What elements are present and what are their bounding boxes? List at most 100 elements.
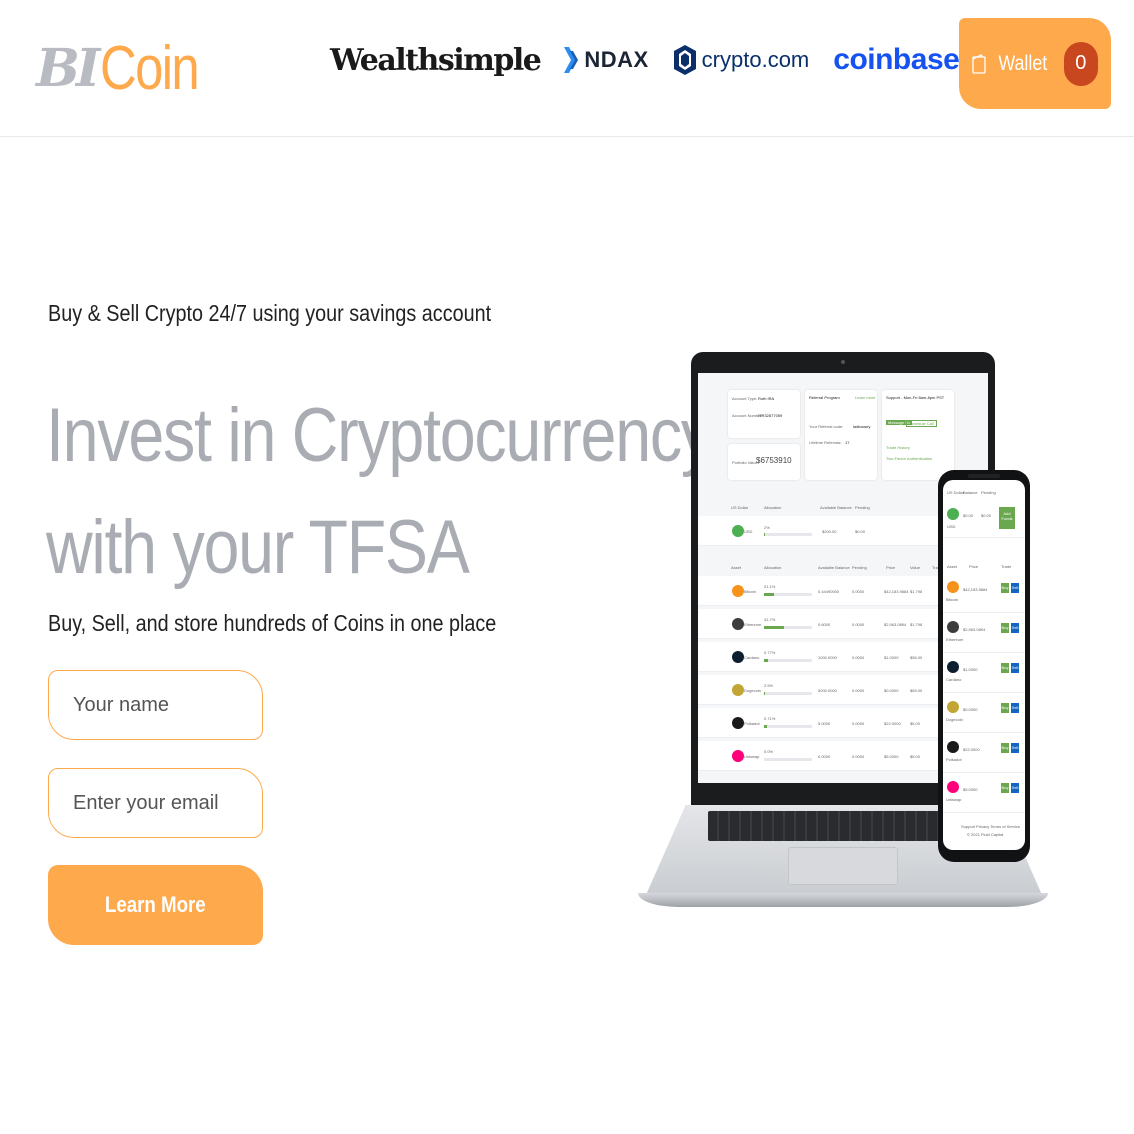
- phone-asset-row: Uniswap $5.0000 Buy Sell: [943, 775, 1025, 813]
- asset-price: $42,183.9884: [884, 589, 909, 594]
- asset-balance: 5.0000: [818, 721, 831, 726]
- asset-header-col-6: Value: [910, 565, 920, 570]
- asset-coin-icon: [732, 684, 744, 696]
- phone-asset-price: $22.0000: [963, 747, 980, 752]
- asset-price: $0.0000: [884, 688, 899, 693]
- phone-screen: US Dollar Balance Pending USD $0.00 $0.0…: [943, 480, 1025, 850]
- asset-header-col-4: Pending: [852, 565, 867, 570]
- partner-ndax: NDAX: [564, 45, 648, 75]
- asset-header-col-2: Allocation: [764, 565, 782, 570]
- asset-name: Dogecoin: [744, 688, 761, 693]
- phone-asset-header-col-2: Price: [969, 564, 979, 569]
- phone-sell-button: Sell: [1011, 743, 1019, 753]
- usd-allocation-bar: [764, 533, 812, 536]
- asset-pending: 0.0000: [852, 754, 865, 759]
- usd-header-col-2: Allocation: [764, 505, 782, 510]
- laptop-camera: [841, 360, 845, 364]
- portfolio-card: Portfolio Value $6753910: [728, 444, 800, 480]
- phone-buy-button: Buy: [1001, 583, 1009, 593]
- asset-price: $22.0000: [884, 721, 901, 726]
- asset-name: Uniswap: [744, 754, 760, 759]
- asset-allocation-fill: [764, 659, 768, 662]
- phone-asset-name: Cardano: [946, 677, 962, 682]
- asset-allocation-fill: [764, 626, 785, 629]
- trade-history-link: Trade History: [886, 445, 910, 450]
- schedule-call-button: Schedule Call: [906, 420, 937, 427]
- phone-asset-price: $0.0000: [963, 707, 978, 712]
- asset-name: Bitcoin: [744, 589, 757, 594]
- phone: US Dollar Balance Pending USD $0.00 $0.0…: [938, 470, 1030, 862]
- partner-wealthsimple: Wealthsimple: [330, 43, 542, 78]
- asset-coin-icon: [732, 750, 744, 762]
- asset-allocation-bar: [764, 725, 812, 728]
- asset-pending: 0.0000: [852, 655, 865, 660]
- phone-sell-button: Sell: [1011, 783, 1019, 793]
- phone-usd-icon: [947, 508, 959, 520]
- asset-pending: 0.0000: [852, 721, 865, 726]
- site-header: BI Coin Wealthsimple NDAX crypto.com coi…: [0, 0, 1134, 137]
- bicoin-logo[interactable]: BI Coin: [36, 28, 220, 108]
- phone-header-col-3: Pending: [981, 490, 996, 495]
- phone-asset-row: Cardano $1.0000 Buy Sell: [943, 655, 1025, 693]
- usd-header-col-1: US Dollar: [731, 505, 749, 510]
- asset-allocation-bar: [764, 593, 812, 596]
- wallet-button[interactable]: Wallet 0: [959, 18, 1111, 109]
- phone-asset-icon: [947, 701, 959, 713]
- name-input[interactable]: [49, 671, 262, 739]
- phone-asset-name: Ethereum: [946, 637, 964, 642]
- phone-notch: [968, 474, 1000, 478]
- email-field-wrapper: [48, 768, 263, 838]
- email-input[interactable]: [49, 769, 262, 837]
- account-number-value: ITR32877059: [758, 413, 783, 418]
- phone-asset-price: $2,963.0894: [963, 627, 986, 632]
- asset-coin-icon: [732, 717, 744, 729]
- phone-sell-button: Sell: [1011, 623, 1019, 633]
- asset-name: Polkadot: [744, 721, 760, 726]
- support-card: Support - Mon-Fri 8am-8pm PST Message Us…: [882, 390, 954, 480]
- logo-coin-text: Coin: [100, 33, 200, 103]
- ndax-wordmark: NDAX: [584, 47, 649, 72]
- hero-subline: Buy, Sell, and store hundreds of Coins i…: [48, 610, 497, 636]
- referral-card: Referral Program Learn more Your Referra…: [805, 390, 877, 480]
- asset-value: $1,798: [910, 589, 923, 594]
- learn-more-label: Learn More: [105, 892, 206, 917]
- usd-coin-icon: [732, 525, 744, 537]
- usd-allocation-fill: [764, 533, 765, 536]
- support-title: Support - Mon-Fri 8am-8pm PST: [886, 395, 945, 400]
- partner-crypto-com: crypto.com: [673, 44, 809, 76]
- asset-allocation: 41.7%: [764, 617, 776, 622]
- asset-value: $1,798: [910, 622, 923, 627]
- asset-pending: 0.0000: [852, 622, 865, 627]
- phone-asset-row: Bitcoin $42,183.9884 Buy Sell: [943, 575, 1025, 613]
- asset-allocation-bar: [764, 659, 812, 662]
- asset-allocation-fill: [764, 593, 775, 596]
- two-factor-link: Two-Factor Authentication: [886, 456, 933, 461]
- phone-sell-button: Sell: [1011, 583, 1019, 593]
- phone-buy-button: Buy: [1001, 783, 1009, 793]
- asset-allocation: 0.0%: [764, 749, 774, 754]
- crypto-com-lion-icon: [673, 45, 696, 75]
- learn-more-button[interactable]: Learn More: [48, 865, 263, 945]
- phone-footer-links: Support Privacy Terms of Service: [961, 824, 1021, 829]
- phone-buy-button: Buy: [1001, 703, 1009, 713]
- phone-buy-button: Buy: [1001, 623, 1009, 633]
- phone-sell-button: Sell: [1011, 703, 1019, 713]
- phone-asset-icon: [947, 621, 959, 633]
- headline-line-1: Invest in Cryptocurrency: [46, 393, 713, 478]
- asset-value: $5.00: [910, 721, 921, 726]
- asset-header-col-5: Price: [886, 565, 896, 570]
- referral-code-label: Your Referral code:: [809, 424, 844, 429]
- phone-asset-row: Polkadot $22.0000 Buy Sell: [943, 735, 1025, 773]
- asset-pending: 0.0000: [852, 688, 865, 693]
- asset-value: $56.00: [910, 655, 923, 660]
- hero-tagline: Buy & Sell Crypto 24/7 using your saving…: [48, 300, 492, 326]
- usd-allocation: 2%: [764, 525, 770, 530]
- phone-usd-pending: $0.00: [981, 513, 992, 518]
- asset-balance: 0.6000: [818, 622, 831, 627]
- asset-name: Ethereum: [744, 622, 762, 627]
- asset-value: $5.00: [910, 754, 921, 759]
- wallet-label: Wallet: [998, 51, 1048, 75]
- laptop-trackpad: [788, 847, 898, 885]
- partner-logos: Wealthsimple NDAX crypto.com coinbase: [330, 36, 983, 84]
- phone-usd-label: USD: [947, 524, 956, 529]
